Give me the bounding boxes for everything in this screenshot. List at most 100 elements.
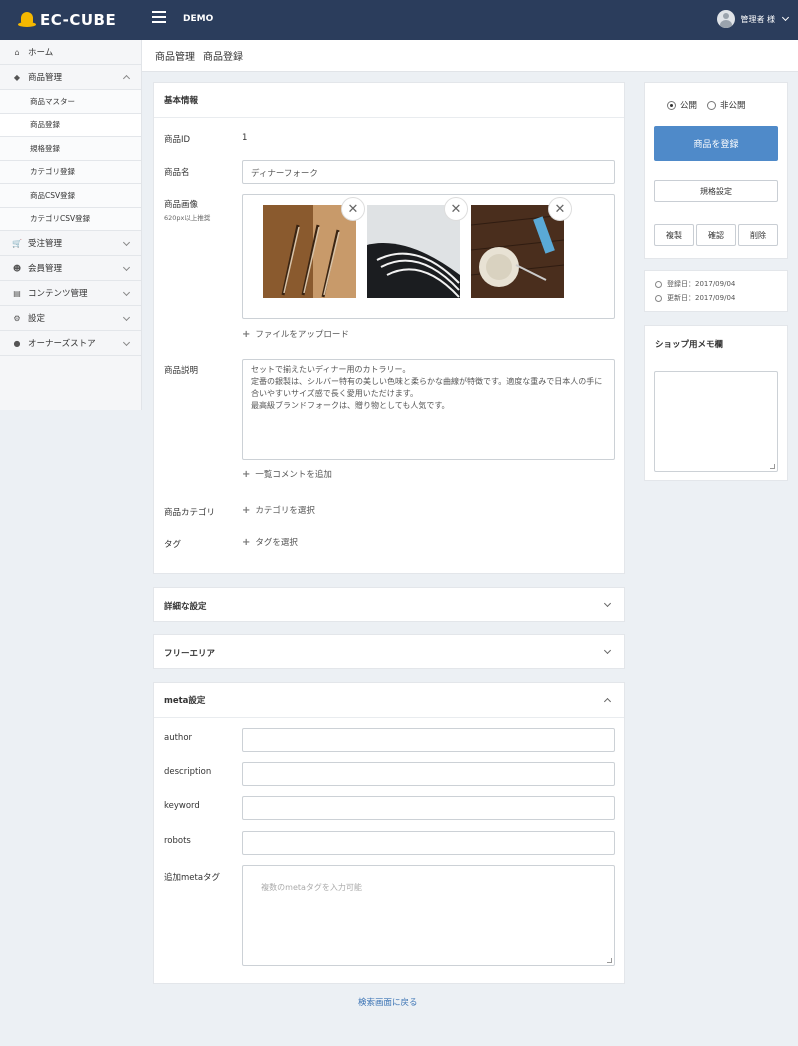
meta-extra-label: 追加metaタグ bbox=[164, 873, 221, 883]
card-title: フリーエリア bbox=[164, 648, 216, 659]
chevron-down-icon bbox=[603, 646, 612, 655]
sidebar: ⌂ ホーム ◆ 商品管理 商品マスター 商品登録 規格登録 カテゴリ登録 商品C… bbox=[0, 40, 142, 410]
radio-public[interactable]: 公開 bbox=[667, 99, 697, 111]
shop-memo-textarea[interactable] bbox=[654, 371, 778, 472]
created-date: 登録日：2017/09/04 bbox=[655, 277, 777, 291]
product-image-label: 商品画像 620px以上推奨 bbox=[164, 198, 210, 222]
sidebar-item-label: コンテンツ管理 bbox=[28, 289, 88, 299]
copy-button[interactable]: 複製 bbox=[654, 224, 694, 246]
updated-date-text: 更新日：2017/09/04 bbox=[667, 294, 736, 302]
breadcrumb-item[interactable]: 商品管理 bbox=[155, 48, 195, 63]
users-icon: ☻ bbox=[12, 263, 22, 273]
meta-keyword-input[interactable] bbox=[242, 796, 615, 820]
info-icon: ● bbox=[13, 338, 21, 348]
free-area-card[interactable]: フリーエリア bbox=[153, 634, 625, 669]
upload-file-label: ファイルをアップロード bbox=[255, 330, 349, 340]
meta-robots-input[interactable] bbox=[242, 831, 615, 855]
remove-image-3-icon[interactable]: ✕ bbox=[548, 197, 572, 221]
meta-robots-label: robots bbox=[164, 836, 191, 846]
radio-private-label: 非公開 bbox=[720, 101, 746, 111]
gear-icon: ⚙ bbox=[13, 313, 21, 323]
detail-settings-header[interactable]: 詳細な設定 bbox=[154, 588, 624, 623]
sidebar-sub-category-csv[interactable]: カテゴリCSV登録 bbox=[0, 207, 141, 231]
meta-description-input[interactable] bbox=[242, 762, 615, 786]
preview-button[interactable]: 確認 bbox=[696, 224, 736, 246]
delete-button[interactable]: 削除 bbox=[738, 224, 778, 246]
select-tag-link[interactable]: + タグを選択 bbox=[242, 536, 298, 548]
hamburger-menu-icon[interactable] bbox=[152, 11, 166, 25]
meta-description-label: description bbox=[164, 767, 212, 777]
plus-icon: + bbox=[242, 329, 251, 340]
file-icon: ▤ bbox=[13, 288, 21, 298]
sidebar-item-members[interactable]: ☻ 会員管理 bbox=[0, 256, 141, 281]
radio-on-icon bbox=[667, 100, 676, 110]
select-category-link[interactable]: + カテゴリを選択 bbox=[242, 504, 315, 516]
upload-file-link[interactable]: + ファイルをアップロード bbox=[242, 328, 349, 340]
sidebar-item-settings[interactable]: ⚙ 設定 bbox=[0, 306, 141, 331]
plus-icon: + bbox=[242, 469, 251, 480]
plus-icon: + bbox=[242, 505, 251, 516]
sidebar-item-orders[interactable]: 🛒 受注管理 bbox=[0, 231, 141, 256]
sidebar-sub-product-register[interactable]: 商品登録 bbox=[0, 113, 141, 137]
product-image-label-text: 商品画像 bbox=[164, 200, 199, 210]
class-settings-button[interactable]: 規格設定 bbox=[654, 180, 778, 202]
logo[interactable]: EC-CUBE bbox=[18, 11, 116, 29]
logo-hat-icon bbox=[18, 11, 36, 29]
sidebar-sub-product-master[interactable]: 商品マスター bbox=[0, 90, 141, 114]
back-to-search-link[interactable]: 検索画面に戻る bbox=[358, 996, 418, 1008]
shop-memo-card: ショップ用メモ欄 bbox=[644, 325, 788, 481]
description-textarea[interactable]: セットで揃えたいディナー用のカトラリー。 定番の銀製は、シルバー特有の美しい色味… bbox=[242, 359, 615, 460]
resize-handle-icon[interactable] bbox=[607, 958, 612, 963]
visibility-radio-group: 公開 非公開 bbox=[667, 99, 756, 111]
avatar bbox=[717, 10, 736, 28]
add-list-comment-label: 一覧コメントを追加 bbox=[255, 470, 332, 480]
add-list-comment-link[interactable]: + 一覧コメントを追加 bbox=[242, 468, 332, 480]
select-tag-label: タグを選択 bbox=[255, 538, 298, 548]
home-icon: ⌂ bbox=[14, 47, 20, 57]
created-date-text: 登録日：2017/09/04 bbox=[667, 280, 736, 288]
remove-image-1-icon[interactable]: ✕ bbox=[341, 197, 365, 221]
basic-info-card: 基本情報 商品ID 1 商品名 ディナーフォーク 商品画像 620px以上推奨 … bbox=[153, 82, 625, 574]
sidebar-item-label: ホーム bbox=[28, 48, 54, 58]
sidebar-item-label: 商品管理 bbox=[28, 73, 63, 83]
product-name-label: 商品名 bbox=[164, 168, 190, 178]
site-name[interactable]: DEMO bbox=[183, 14, 213, 24]
sidebar-item-owners-store[interactable]: ● オーナーズストア bbox=[0, 331, 141, 356]
product-image-thumb[interactable] bbox=[367, 205, 460, 298]
tag-label: タグ bbox=[164, 540, 182, 550]
select-category-label: カテゴリを選択 bbox=[255, 506, 315, 516]
card-title: 詳細な設定 bbox=[164, 601, 207, 612]
radio-private[interactable]: 非公開 bbox=[707, 99, 746, 111]
sidebar-sub-category-register[interactable]: カテゴリ登録 bbox=[0, 160, 141, 184]
clock-icon bbox=[655, 280, 662, 288]
user-menu[interactable]: 管理者 様 bbox=[717, 10, 790, 28]
meta-settings-header[interactable]: meta設定 bbox=[154, 683, 624, 718]
user-name: 管理者 様 bbox=[740, 14, 775, 24]
detail-settings-card[interactable]: 詳細な設定 bbox=[153, 587, 625, 622]
sidebar-item-products[interactable]: ◆ 商品管理 bbox=[0, 65, 141, 90]
sidebar-item-contents[interactable]: ▤ コンテンツ管理 bbox=[0, 281, 141, 306]
sidebar-item-home[interactable]: ⌂ ホーム bbox=[0, 40, 141, 65]
remove-image-2-icon[interactable]: ✕ bbox=[444, 197, 468, 221]
resize-handle-icon[interactable] bbox=[770, 464, 775, 469]
product-name-input[interactable]: ディナーフォーク bbox=[242, 160, 615, 184]
chevron-down-icon bbox=[122, 313, 131, 322]
logo-text: EC-CUBE bbox=[40, 11, 117, 29]
product-id-value: 1 bbox=[242, 133, 248, 143]
sidebar-sub-product-csv[interactable]: 商品CSV登録 bbox=[0, 184, 141, 208]
product-image-dropzone[interactable]: ✕ ✕ ✕ bbox=[242, 194, 615, 319]
sidebar-item-label: オーナーズストア bbox=[28, 339, 96, 349]
meta-author-input[interactable] bbox=[242, 728, 615, 752]
cart-icon: 🛒 bbox=[12, 238, 22, 248]
meta-extra-textarea[interactable]: 複数のmetaタグを入力可能 bbox=[242, 865, 615, 966]
free-area-header[interactable]: フリーエリア bbox=[154, 635, 624, 670]
product-image-thumb[interactable] bbox=[471, 205, 564, 298]
product-image-thumb[interactable] bbox=[263, 205, 356, 298]
dates-card: 登録日：2017/09/04 更新日：2017/09/04 bbox=[644, 270, 788, 312]
meta-keyword-label: keyword bbox=[164, 801, 200, 811]
breadcrumb-item: 商品登録 bbox=[203, 52, 243, 63]
updated-date: 更新日：2017/09/04 bbox=[655, 291, 777, 305]
radio-public-label: 公開 bbox=[680, 101, 698, 111]
register-product-button[interactable]: 商品を登録 bbox=[654, 126, 778, 161]
sidebar-sub-class-register[interactable]: 規格登録 bbox=[0, 137, 141, 161]
